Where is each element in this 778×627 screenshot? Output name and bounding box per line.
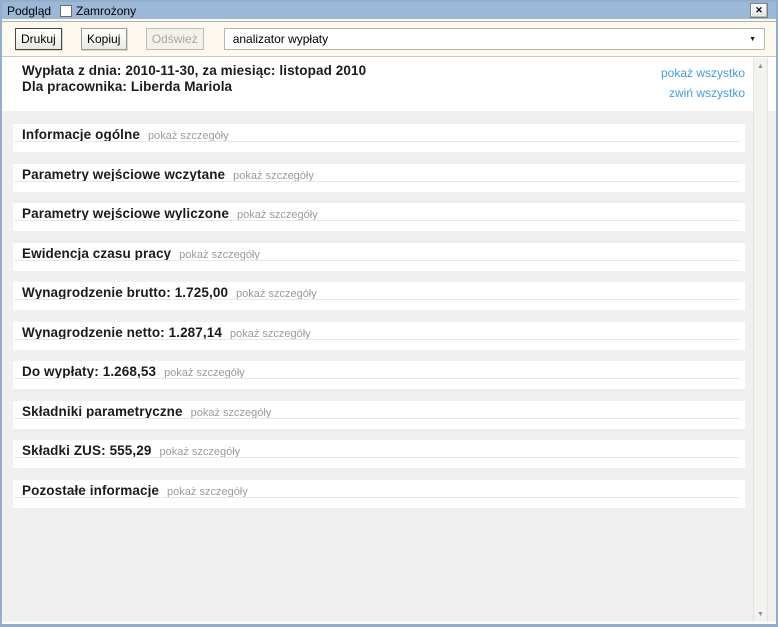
section-title: Parametry wejściowe wczytane [22, 167, 225, 182]
scroll-down-button[interactable]: ▼ [754, 606, 767, 622]
section-title: Do wypłaty: 1.268,53 [22, 364, 156, 379]
section-underline [14, 141, 740, 142]
section-row: Do wypłaty: 1.268,53pokaż szczegóły [13, 361, 745, 389]
report-header-lines: Wypłata z dnia: 2010-11-30, za miesiąc: … [22, 63, 366, 111]
employee-line: Dla pracownika: Liberda Mariola [22, 79, 366, 95]
close-icon: ✕ [755, 6, 763, 15]
section-title: Pozostałe informacje [22, 483, 159, 498]
dropdown-arrow-icon: ▼ [749, 36, 756, 43]
section-row: Ewidencja czasu pracypokaż szczegóły [13, 243, 745, 271]
copy-button[interactable]: Kopiuj [81, 28, 127, 50]
report-type-select[interactable]: analizator wypłaty ▼ [224, 28, 765, 50]
show-all-link[interactable]: pokaż wszystko [661, 66, 745, 81]
section-row: Parametry wejściowe wczytanepokaż szczeg… [13, 164, 745, 192]
section-underline [14, 378, 740, 379]
print-button[interactable]: Drukuj [15, 28, 62, 50]
scroll-down-icon: ▼ [757, 611, 764, 618]
section-underline [14, 299, 740, 300]
close-button[interactable]: ✕ [750, 3, 768, 18]
section-title: Składki ZUS: 555,29 [22, 443, 151, 458]
section-underline [14, 418, 740, 419]
window-title: Podgląd [7, 4, 51, 18]
collapse-all-link[interactable]: zwiń wszystko [661, 86, 745, 101]
payout-date-line: Wypłata z dnia: 2010-11-30, za miesiąc: … [22, 63, 366, 79]
frozen-checkbox[interactable] [60, 5, 72, 17]
section-row: Składniki parametrycznepokaż szczegóły [13, 401, 745, 429]
section-title: Informacje ogólne [22, 127, 140, 142]
section-title: Wynagrodzenie brutto: 1.725,00 [22, 285, 228, 300]
section-row: Wynagrodzenie netto: 1.287,14pokaż szcze… [13, 322, 745, 350]
vertical-scrollbar[interactable]: ▲ ▼ [753, 58, 768, 622]
scroll-up-icon: ▲ [757, 63, 764, 70]
report-header: Wypłata z dnia: 2010-11-30, za miesiąc: … [2, 57, 776, 111]
section-underline [14, 260, 740, 261]
section-row: Parametry wejściowe wyliczonepokaż szcze… [13, 203, 745, 231]
section-underline [14, 457, 740, 458]
section-row: Składki ZUS: 555,29pokaż szczegóły [13, 440, 745, 468]
toolbar: Drukuj Kopiuj Odśwież analizator wypłaty… [2, 21, 776, 57]
titlebar: Podgląd Zamrożony ✕ [2, 2, 776, 21]
section-title: Wynagrodzenie netto: 1.287,14 [22, 325, 222, 340]
section-row: Informacje ogólnepokaż szczegóły [13, 124, 745, 152]
section-underline [14, 220, 740, 221]
section-title: Składniki parametryczne [22, 404, 183, 419]
sections-list: Informacje ogólnepokaż szczegóły Paramet… [13, 124, 745, 508]
section-title: Parametry wejściowe wyliczone [22, 206, 229, 221]
preview-window: Podgląd Zamrożony ✕ Drukuj Kopiuj Odświe… [0, 0, 778, 627]
report-content: Wypłata z dnia: 2010-11-30, za miesiąc: … [2, 57, 776, 624]
section-row: Wynagrodzenie brutto: 1.725,00pokaż szcz… [13, 282, 745, 310]
section-underline [14, 339, 740, 340]
section-row: Pozostałe informacjepokaż szczegóły [13, 480, 745, 508]
report-type-selected-value: analizator wypłaty [233, 32, 328, 46]
section-underline [14, 181, 740, 182]
section-underline [14, 497, 740, 498]
section-title: Ewidencja czasu pracy [22, 246, 171, 261]
report-header-links: pokaż wszystko zwiń wszystko [661, 63, 745, 111]
refresh-button[interactable]: Odśwież [146, 28, 204, 50]
frozen-checkbox-label: Zamrożony [76, 4, 136, 18]
scroll-up-button[interactable]: ▲ [754, 58, 767, 74]
scrollbar-track[interactable] [754, 74, 767, 606]
